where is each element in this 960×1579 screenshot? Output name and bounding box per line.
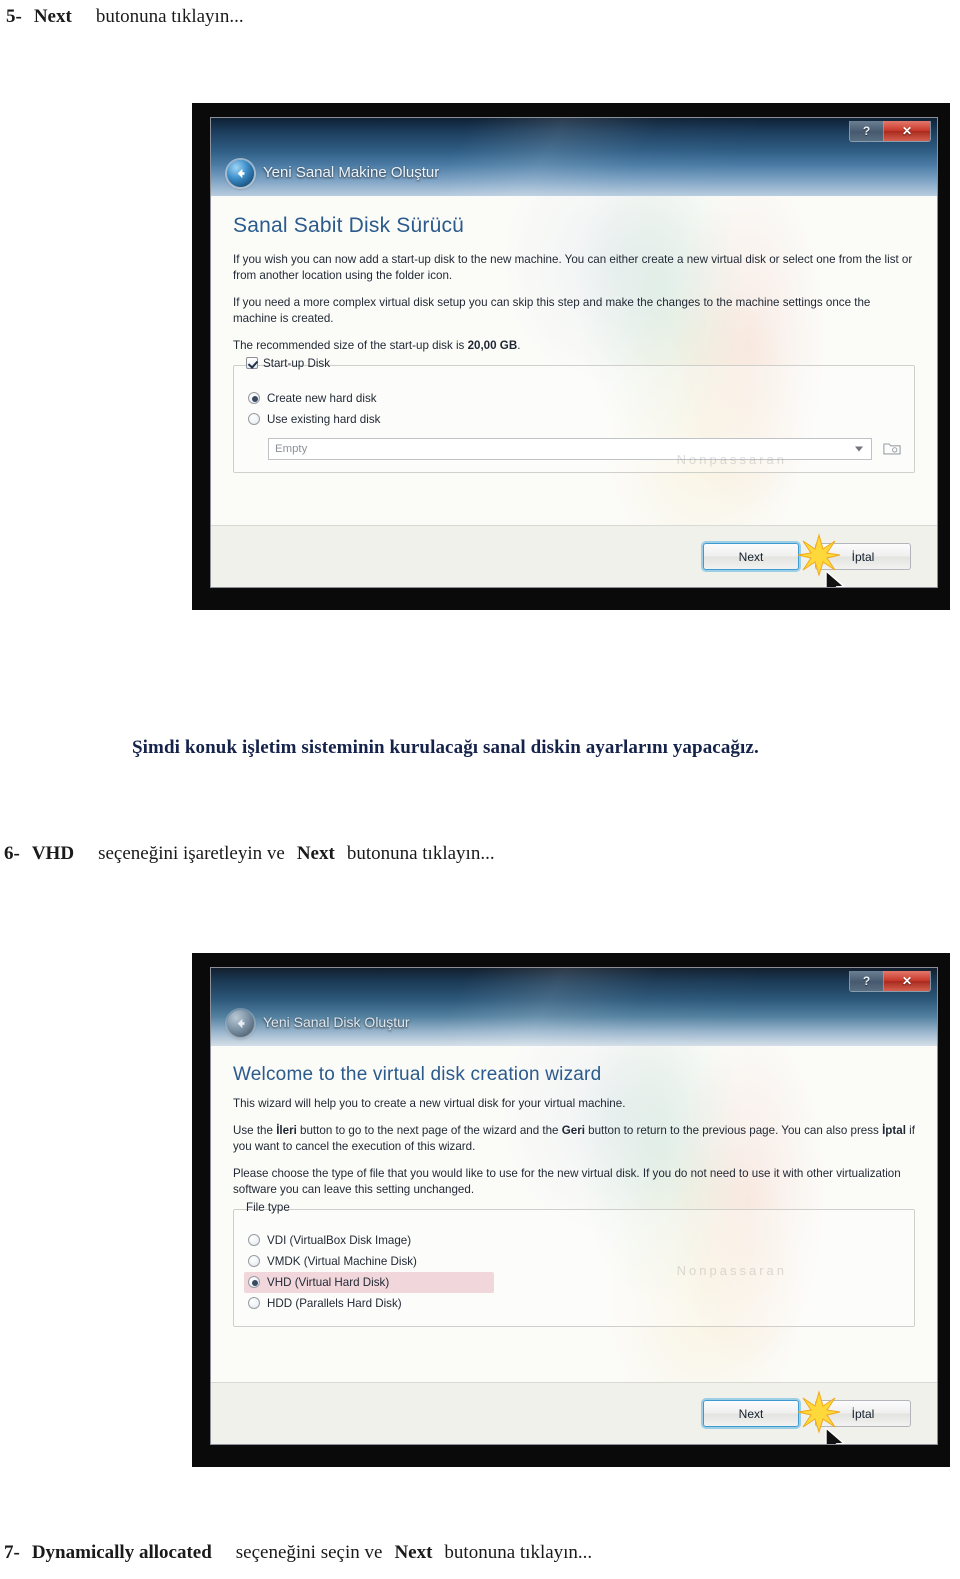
back-arrow-icon[interactable] [227, 160, 254, 187]
step5-rest: butonuna tıklayın... [95, 6, 244, 27]
next-button[interactable]: Next [703, 1400, 799, 1427]
radio-label: Create new hard disk [267, 391, 377, 405]
chevron-down-icon[interactable] [855, 446, 863, 452]
screenshot-1-frame: ? ✕ Yeni Sanal Makine Oluştur Sanal Sabi… [192, 103, 950, 610]
watermark: Nonpassaran [676, 1263, 787, 1278]
window-title: Yeni Sanal Makine Oluştur [263, 164, 440, 181]
note-text: Şimdi konuk işletim sisteminin kurulacağ… [132, 737, 759, 758]
step7-rest: butonuna tıklayın... [444, 1542, 593, 1563]
recommended-size-value: 20,00 GB [467, 338, 518, 352]
step5-instruction: 5- Next butonuna tıklayın... [6, 6, 244, 28]
screenshot-2-frame: ? ✕ Yeni Sanal Disk Oluştur Welcome to t… [192, 953, 950, 1467]
step6-instruction: 6- VHD seçeneğini işaretleyin ve Next butonu… [4, 843, 495, 865]
existing-disk-combo-row[interactable]: Empty [268, 437, 904, 460]
help-button[interactable]: ? [850, 121, 884, 141]
startup-disk-groupbox: Start-up Disk Create new hard disk Use e… [233, 357, 915, 473]
nav-part-3: button to return to the previous page. Y… [584, 1123, 883, 1137]
watermark: Nonpassaran [676, 452, 787, 467]
radio-icon-selected[interactable] [248, 1276, 260, 1289]
file-type-label: File type [246, 1200, 290, 1214]
checkbox-icon[interactable] [246, 357, 258, 370]
navigation-paragraph: Use the İleri button to go to the next p… [233, 1123, 915, 1155]
mouse-cursor-icon [825, 570, 845, 587]
window-controls[interactable]: ? ✕ [849, 121, 931, 142]
radio-label: VMDK (Virtual Machine Disk) [267, 1254, 417, 1268]
radio-icon[interactable] [248, 1297, 260, 1310]
iptal-keyword: İptal [882, 1123, 906, 1137]
recommended-prefix: The recommended size of the start-up dis… [233, 338, 468, 352]
window-titlebar: ? ✕ Yeni Sanal Disk Oluştur [211, 968, 937, 1046]
window-controls[interactable]: ? ✕ [849, 971, 931, 992]
radio-hdd[interactable]: HDD (Parallels Hard Disk) [244, 1293, 904, 1314]
radio-vhd[interactable]: VHD (Virtual Hard Disk) [244, 1271, 494, 1293]
startup-disk-label: Start-up Disk [263, 356, 331, 370]
mouse-cursor-icon [825, 1427, 845, 1444]
ileri-keyword: İleri [276, 1123, 297, 1137]
paragraph-2: If you need a more complex virtual disk … [233, 295, 871, 325]
next-button[interactable]: Next [703, 543, 799, 570]
step5-number: 5- [6, 6, 22, 27]
step7-keyword: Dynamically allocated [31, 1542, 212, 1563]
radio-label: VHD (Virtual Hard Disk) [267, 1275, 390, 1289]
step6-keyword: VHD [31, 843, 75, 864]
step6-number: 6- [4, 843, 20, 864]
step7-keyword2: Next [394, 1542, 433, 1563]
help-button[interactable]: ? [850, 971, 884, 991]
radio-icon-selected[interactable] [248, 392, 260, 405]
geri-keyword: Geri [561, 1123, 585, 1137]
nav-part-1: Use the [233, 1123, 277, 1137]
step6-rest: butonuna tıklayın... [346, 843, 495, 864]
radio-vmdk[interactable]: VMDK (Virtual Machine Disk) [244, 1251, 904, 1272]
step6-mid: seçeneğini işaretleyin ve [98, 843, 285, 864]
radio-icon[interactable] [248, 413, 260, 426]
step7-instruction: 7- Dynamically allocated seçeneğini seçin … [4, 1542, 592, 1564]
startup-disk-checkbox-row[interactable]: Start-up Disk [242, 357, 334, 370]
step6-keyword2: Next [296, 843, 335, 864]
page-title: Sanal Sabit Disk Sürücü [233, 214, 465, 237]
titlebar-sheen [211, 118, 937, 196]
dialog-footer: Next İptal [211, 1382, 937, 1444]
radio-label: Use existing hard disk [267, 412, 381, 426]
page-title: Welcome to the virtual disk creation wiz… [233, 1064, 602, 1085]
radio-label: HDD (Parallels Hard Disk) [267, 1296, 402, 1310]
radio-icon[interactable] [248, 1255, 260, 1268]
file-type-groupbox: File type VDI (VirtualBox Disk Image) VM… [233, 1201, 915, 1327]
radio-use-existing-hard-disk[interactable]: Use existing hard disk [244, 409, 904, 430]
existing-disk-value: Empty [275, 442, 308, 455]
step7-mid: seçeneğini seçin ve [235, 1542, 383, 1563]
file-type-legend: File type [242, 1201, 294, 1214]
virtualbox-new-disk-window: ? ✕ Yeni Sanal Disk Oluştur Welcome to t… [210, 967, 938, 1445]
window-body: Sanal Sabit Disk Sürücü If you wish you … [211, 196, 937, 525]
virtualbox-new-vm-window: ? ✕ Yeni Sanal Makine Oluştur Sanal Sabi… [210, 117, 938, 588]
folder-icon[interactable] [880, 438, 904, 460]
window-body: Welcome to the virtual disk creation wiz… [211, 1046, 937, 1382]
radio-vdi[interactable]: VDI (VirtualBox Disk Image) [244, 1230, 904, 1251]
recommended-suffix: . [517, 338, 521, 352]
window-titlebar: ? ✕ Yeni Sanal Makine Oluştur [211, 118, 937, 196]
step7-number: 7- [4, 1542, 20, 1563]
titlebar-sheen [211, 968, 937, 1046]
step5-keyword: Next [33, 6, 72, 27]
cancel-button[interactable]: İptal [815, 1400, 911, 1427]
window-title: Yeni Sanal Disk Oluştur [263, 1014, 410, 1030]
radio-create-new-hard-disk[interactable]: Create new hard disk [244, 388, 904, 409]
close-button[interactable]: ✕ [884, 971, 930, 991]
dialog-footer: Next İptal [211, 525, 937, 587]
recommended-size-text: The recommended size of the start-up dis… [233, 338, 915, 354]
paragraph-1: If you wish you can now add a start-up d… [233, 253, 913, 282]
back-arrow-icon[interactable] [227, 1010, 254, 1037]
close-button[interactable]: ✕ [884, 121, 930, 141]
cancel-button[interactable]: İptal [815, 543, 911, 570]
radio-icon[interactable] [248, 1234, 260, 1247]
paragraph-2: Please choose the type of file that you … [233, 1166, 901, 1196]
radio-label: VDI (VirtualBox Disk Image) [267, 1233, 412, 1247]
paragraph-1: This wizard will help you to create a ne… [233, 1097, 626, 1110]
nav-part-2: button to go to the next page of the wiz… [296, 1123, 562, 1137]
